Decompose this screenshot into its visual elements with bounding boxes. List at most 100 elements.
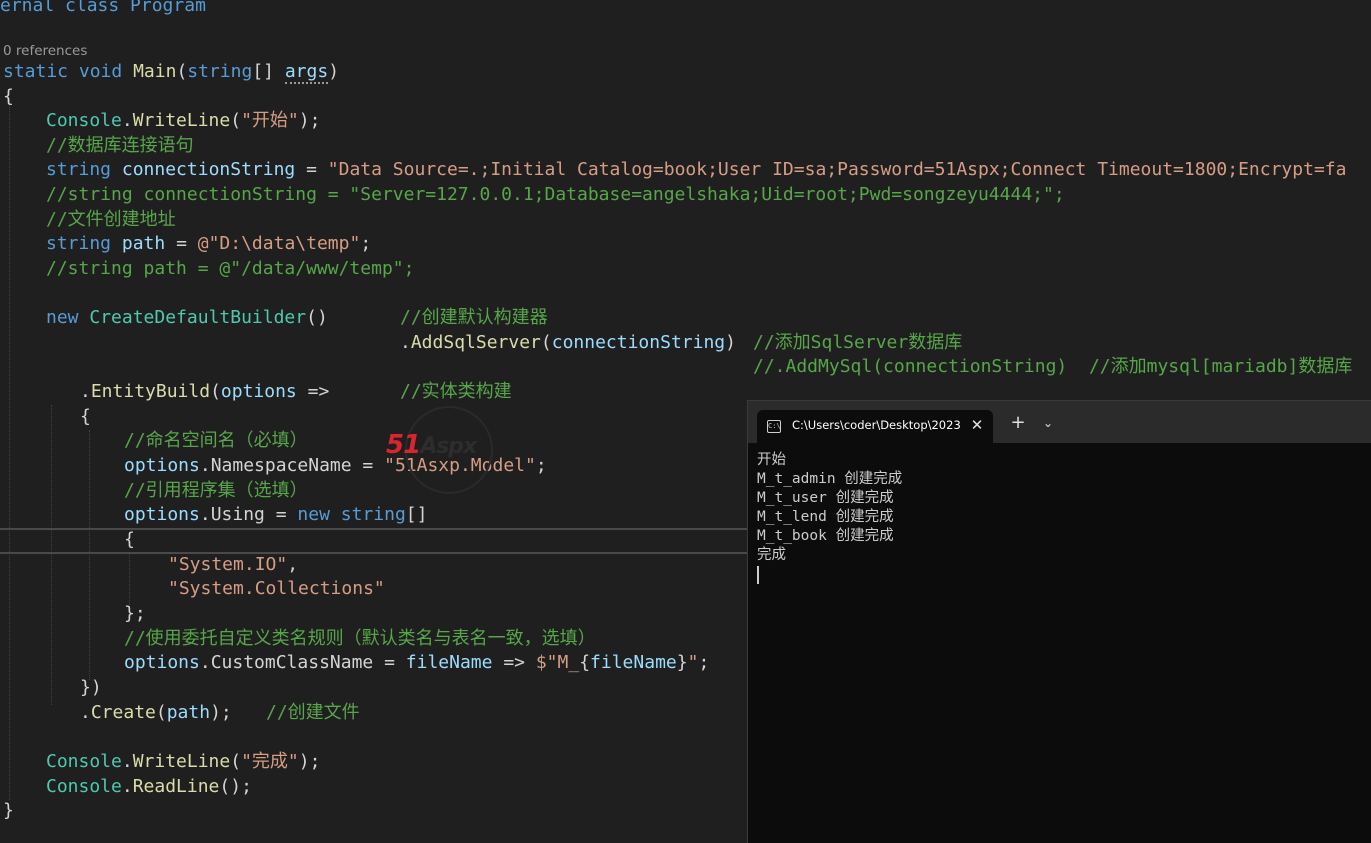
punct: => bbox=[296, 381, 330, 402]
code-line[interactable]: { bbox=[124, 528, 135, 553]
console-line: M_t_user 创建完成 bbox=[757, 490, 894, 506]
punct: . bbox=[199, 504, 211, 525]
code-line[interactable]: }) bbox=[80, 676, 102, 701]
code-line[interactable]: .AddSqlServer(connectionString) bbox=[400, 331, 736, 356]
string-literal: "开始" bbox=[241, 110, 299, 131]
code-line[interactable]: string path = @"D:\data\temp"; bbox=[46, 232, 371, 257]
string-literal: @"D:\data\temp" bbox=[197, 233, 361, 254]
code-line[interactable]: options.Using = new string[] bbox=[124, 503, 427, 528]
brace: { bbox=[80, 406, 91, 427]
code-line[interactable]: string connectionString = "Data Source=.… bbox=[46, 158, 1346, 183]
keyword: string bbox=[187, 61, 253, 82]
comment-line[interactable]: //.AddMySql(connectionString) //添加mysql[… bbox=[753, 355, 1352, 380]
variable: options bbox=[124, 504, 200, 525]
code-line[interactable]: .Create(path); bbox=[80, 701, 232, 726]
terminal-tab[interactable]: C:\ C:\Users\coder\Desktop\2023 ✕ bbox=[757, 410, 993, 443]
method-name: ReadLine bbox=[132, 776, 220, 797]
punct: ; bbox=[698, 652, 710, 673]
chevron-down-icon[interactable]: ⌄ bbox=[1037, 412, 1059, 434]
keyword: new bbox=[46, 307, 79, 328]
code-line-main-signature[interactable]: static void Main(string[] args) bbox=[3, 60, 339, 85]
code-line[interactable]: options.CustomClassName = fileName => $"… bbox=[124, 651, 709, 676]
comment-line[interactable]: //使用委托自定义类名规则（默认类名与表名一致，选填） bbox=[124, 627, 596, 652]
punct: () bbox=[306, 307, 328, 328]
comment-line[interactable]: //命名空间名（必填） bbox=[124, 429, 308, 454]
watermark-text-aspx: Aspx bbox=[420, 434, 477, 459]
watermark-logo: 51Aspx bbox=[386, 402, 514, 494]
string-literal: "Data Source=.;Initial Catalog=book;User… bbox=[327, 159, 1347, 180]
string-literal: " bbox=[687, 652, 699, 673]
punct: (); bbox=[219, 776, 252, 797]
watermark-text-51: 51 bbox=[386, 430, 421, 460]
punct: ( bbox=[540, 332, 552, 353]
brace: } bbox=[3, 800, 14, 821]
indent-guide bbox=[9, 100, 10, 800]
console-line: M_t_admin 创建完成 bbox=[757, 471, 903, 487]
keyword: string bbox=[46, 159, 112, 180]
method-name: AddSqlServer bbox=[410, 332, 541, 353]
punct: { bbox=[579, 652, 591, 673]
variable: path bbox=[121, 233, 166, 254]
code-line[interactable]: } bbox=[3, 799, 14, 824]
code-line[interactable]: ernal class Program bbox=[0, 0, 206, 19]
variable: connectionString bbox=[551, 332, 726, 353]
code-line[interactable]: Console.ReadLine(); bbox=[46, 775, 252, 800]
brace: }; bbox=[124, 603, 146, 624]
string-literal: "System.IO" bbox=[168, 554, 288, 575]
variable: options bbox=[124, 455, 200, 476]
current-line-highlight bbox=[0, 528, 760, 554]
parameter: args bbox=[284, 61, 329, 84]
class-ref: Console bbox=[46, 110, 122, 131]
punct: = bbox=[351, 455, 385, 476]
punct: ); bbox=[298, 110, 321, 131]
inline-comment: //添加SqlServer数据库 bbox=[753, 332, 963, 353]
method-name: Create bbox=[90, 702, 156, 723]
comment-line[interactable]: //数据库连接语句 bbox=[46, 134, 194, 159]
terminal-window[interactable]: C:\ C:\Users\coder\Desktop\2023 ✕ + ⌄ 开始… bbox=[747, 400, 1371, 843]
method-name: Main bbox=[133, 61, 177, 82]
punct: [] bbox=[405, 504, 428, 525]
keyword: string bbox=[46, 233, 112, 254]
code-line[interactable]: .EntityBuild(options => bbox=[80, 380, 329, 405]
console-line: M_t_lend 创建完成 bbox=[757, 509, 894, 525]
terminal-tab-title: C:\Users\coder\Desktop\2023 bbox=[792, 418, 961, 432]
codelens-references[interactable]: 0 references bbox=[3, 43, 87, 59]
comment-line[interactable]: //string connectionString = "Server=127.… bbox=[46, 183, 1065, 208]
punct: . bbox=[199, 455, 211, 476]
punct: ; bbox=[535, 455, 547, 476]
punct: = bbox=[264, 504, 298, 525]
keyword: new bbox=[297, 504, 330, 525]
code-line[interactable]: { bbox=[80, 405, 91, 430]
comment-line[interactable]: //文件创建地址 bbox=[46, 208, 176, 233]
punct: . bbox=[121, 110, 133, 131]
punct: . bbox=[80, 381, 91, 402]
property: NamespaceName bbox=[210, 455, 352, 476]
code-line[interactable]: Console.WriteLine("完成"); bbox=[46, 750, 320, 775]
text-cursor bbox=[757, 566, 759, 584]
punct: . bbox=[121, 751, 133, 772]
comment-line[interactable]: //string path = @"/data/www/temp"; bbox=[46, 257, 414, 282]
comment-line[interactable]: //引用程序集（选填） bbox=[124, 479, 308, 504]
brace: }) bbox=[80, 677, 102, 698]
inline-comment: //创建默认构建器 bbox=[400, 307, 548, 328]
inline-comment: //创建文件 bbox=[266, 702, 360, 723]
brace: { bbox=[124, 529, 135, 550]
console-line: M_t_book 创建完成 bbox=[757, 528, 894, 544]
code-line[interactable]: new CreateDefaultBuilder() bbox=[46, 306, 328, 331]
code-line[interactable]: { bbox=[3, 85, 14, 110]
code-line[interactable]: }; bbox=[124, 602, 146, 627]
punct: ( bbox=[155, 702, 167, 723]
code-line[interactable]: "System.IO", bbox=[168, 553, 298, 578]
string-literal: "System.Collections" bbox=[168, 578, 385, 599]
punct: ( bbox=[176, 61, 188, 82]
punct: } bbox=[676, 652, 688, 673]
close-icon[interactable]: ✕ bbox=[967, 414, 987, 436]
new-tab-button[interactable]: + bbox=[1007, 412, 1029, 434]
method-name: WriteLine bbox=[132, 110, 231, 131]
code-line[interactable]: "System.Collections" bbox=[168, 577, 385, 602]
code-line[interactable]: Console.WriteLine("开始"); bbox=[46, 109, 320, 134]
punct: ) bbox=[328, 61, 340, 82]
punct: => bbox=[492, 652, 536, 673]
console-output[interactable]: 开始 M_t_admin 创建完成 M_t_user 创建完成 M_t_lend… bbox=[757, 451, 902, 565]
inline-comment: //实体类构建 bbox=[400, 381, 512, 402]
